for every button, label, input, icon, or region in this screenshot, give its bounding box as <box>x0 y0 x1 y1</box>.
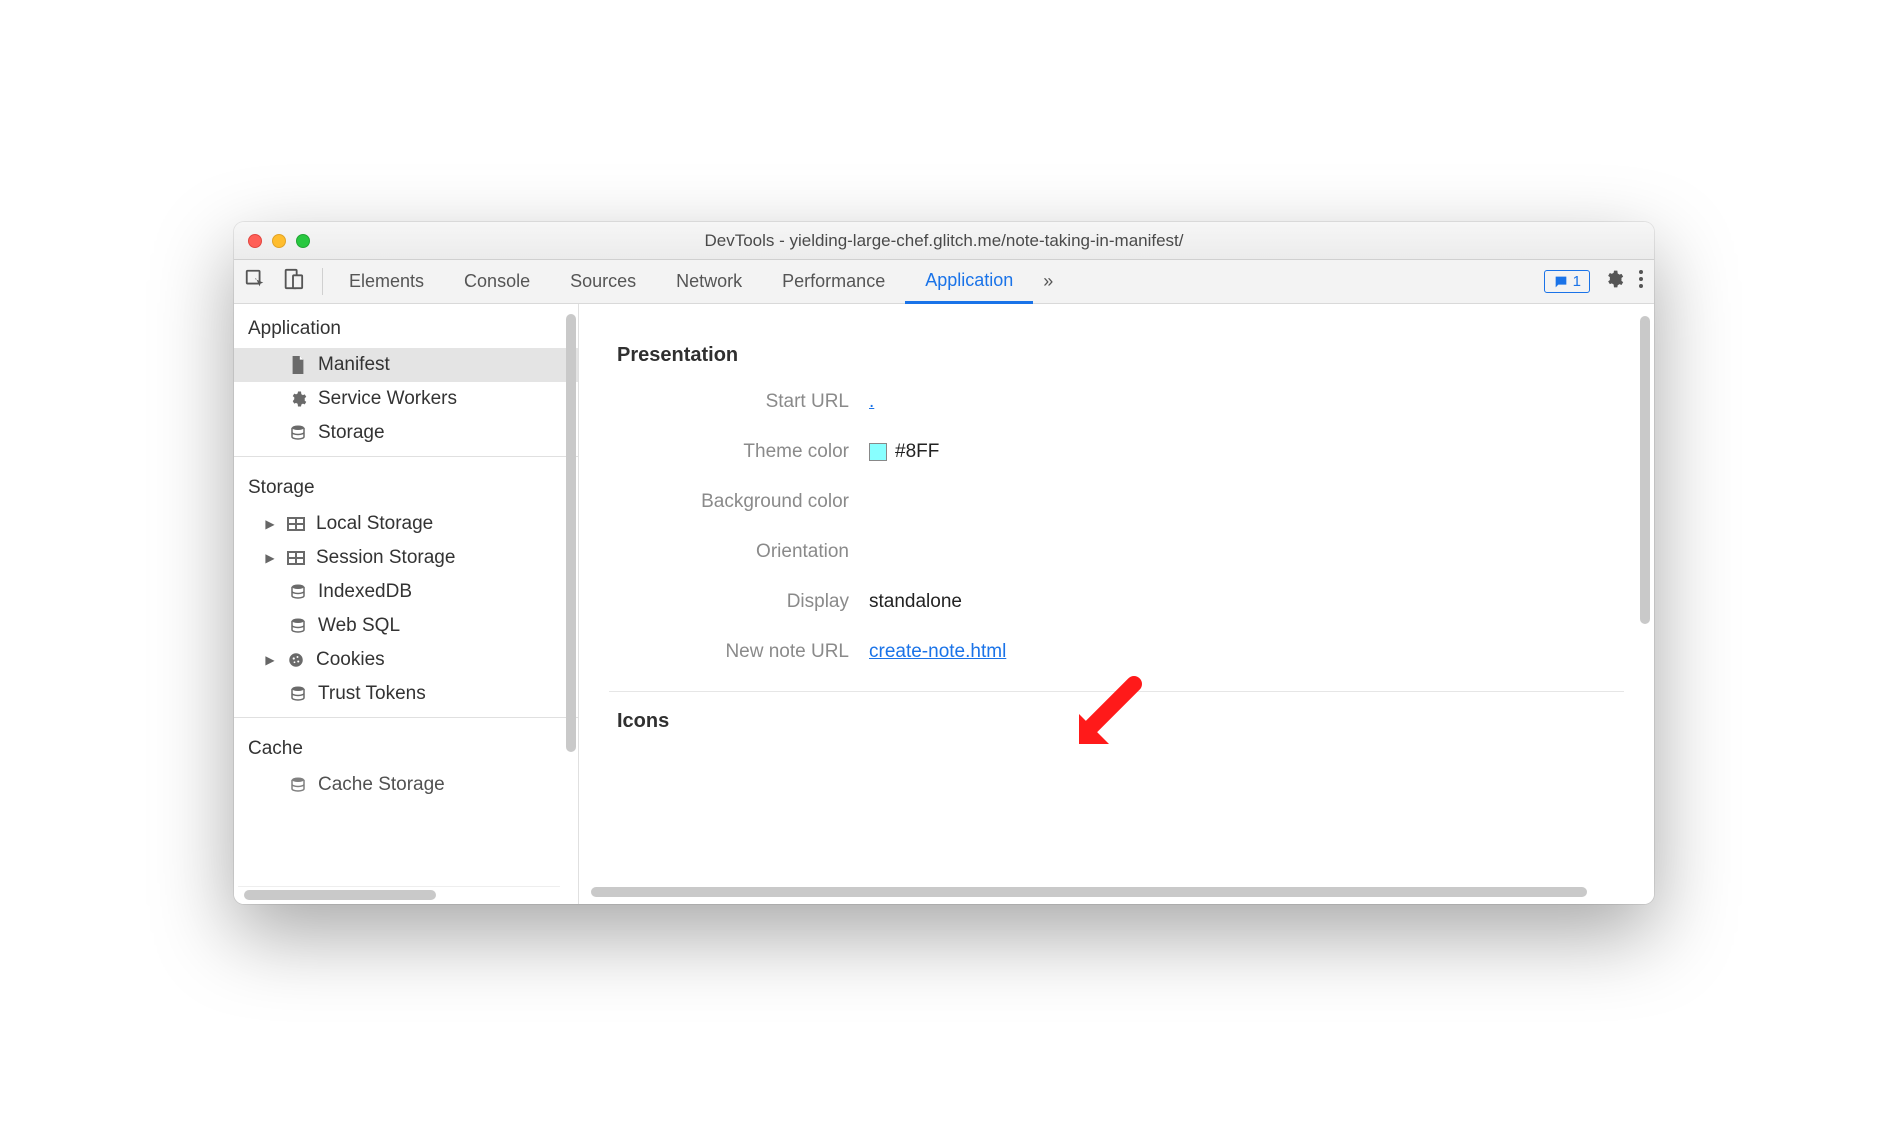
label-display: Display <box>609 591 869 613</box>
gear-icon <box>288 390 308 408</box>
group-application-title: Application <box>234 304 578 348</box>
grid-icon <box>286 517 306 531</box>
value-display: standalone <box>869 591 962 613</box>
inspect-element-icon[interactable] <box>244 268 266 295</box>
label-background-color: Background color <box>609 491 869 513</box>
devtools-window: DevTools - yielding-large-chef.glitch.me… <box>234 222 1654 904</box>
label-new-note-url: New note URL <box>609 641 869 663</box>
database-icon <box>288 617 308 635</box>
sidebar-item-label: Web SQL <box>318 615 400 637</box>
section-presentation: Presentation <box>617 344 1624 367</box>
sidebar-item-manifest[interactable]: Manifest <box>234 348 578 382</box>
database-icon <box>288 685 308 703</box>
caret-icon: ▶ <box>264 653 276 667</box>
row-theme-color: Theme color #8FF <box>609 441 1624 463</box>
device-toolbar-icon[interactable] <box>282 268 304 295</box>
sidebar-item-storage[interactable]: Storage <box>234 416 578 450</box>
tab-elements[interactable]: Elements <box>329 260 444 303</box>
main-scrollbar-h[interactable] <box>585 884 1634 900</box>
tab-performance[interactable]: Performance <box>762 260 905 303</box>
tab-sources[interactable]: Sources <box>550 260 656 303</box>
sidebar-item-indexeddb[interactable]: IndexedDB <box>234 575 578 609</box>
tab-network[interactable]: Network <box>656 260 762 303</box>
kebab-menu-icon[interactable] <box>1638 269 1644 294</box>
group-storage-title: Storage <box>234 463 578 507</box>
sidebar-item-label: Trust Tokens <box>318 683 426 705</box>
row-background-color: Background color <box>609 491 1624 513</box>
sidebar-item-service-workers[interactable]: Service Workers <box>234 382 578 416</box>
sidebar-item-label: Cache Storage <box>318 774 445 796</box>
link-start-url[interactable]: . <box>869 391 874 413</box>
sidebar-item-cookies[interactable]: ▶ Cookies <box>234 643 578 677</box>
sidebar-item-trust-tokens[interactable]: Trust Tokens <box>234 677 578 711</box>
label-theme-color: Theme color <box>609 441 869 463</box>
color-swatch <box>869 443 887 461</box>
tab-application[interactable]: Application <box>905 261 1033 304</box>
issues-count: 1 <box>1573 273 1581 290</box>
cookie-icon <box>286 651 306 669</box>
titlebar: DevTools - yielding-large-chef.glitch.me… <box>234 222 1654 260</box>
sidebar-item-websql[interactable]: Web SQL <box>234 609 578 643</box>
group-cache-title: Cache <box>234 724 578 768</box>
devtools-body: Application Manifest Service Workers Sto… <box>234 304 1654 904</box>
row-new-note-url: New note URL create-note.html <box>609 641 1624 663</box>
sidebar-item-local-storage[interactable]: ▶ Local Storage <box>234 507 578 541</box>
sidebar-scrollbar-h[interactable] <box>238 886 560 902</box>
devtools-toolbar: Elements Console Sources Network Perform… <box>234 260 1654 304</box>
more-tabs-button[interactable]: » <box>1033 271 1063 292</box>
sidebar-item-cache-storage[interactable]: Cache Storage <box>234 768 578 802</box>
toolbar-tabs: Elements Console Sources Network Perform… <box>329 260 1534 303</box>
row-orientation: Orientation <box>609 541 1624 563</box>
caret-icon: ▶ <box>264 517 276 531</box>
application-sidebar: Application Manifest Service Workers Sto… <box>234 304 579 904</box>
sidebar-scrollbar[interactable] <box>566 314 576 876</box>
issues-badge[interactable]: 1 <box>1544 270 1590 293</box>
caret-icon: ▶ <box>264 551 276 565</box>
sidebar-item-session-storage[interactable]: ▶ Session Storage <box>234 541 578 575</box>
database-icon <box>288 776 308 794</box>
sidebar-item-label: Cookies <box>316 649 385 671</box>
manifest-main-panel: Presentation Start URL . Theme color #8F… <box>579 304 1654 904</box>
main-scrollbar[interactable] <box>1640 316 1650 876</box>
settings-icon[interactable] <box>1604 269 1624 294</box>
link-new-note-url[interactable]: create-note.html <box>869 641 1006 663</box>
sidebar-item-label: Local Storage <box>316 513 433 535</box>
section-divider <box>609 691 1624 692</box>
row-display: Display standalone <box>609 591 1624 613</box>
row-start-url: Start URL . <box>609 391 1624 413</box>
sidebar-divider <box>234 717 578 718</box>
value-theme-color: #8FF <box>895 441 939 463</box>
label-start-url: Start URL <box>609 391 869 413</box>
sidebar-item-label: Session Storage <box>316 547 455 569</box>
database-icon <box>288 583 308 601</box>
sidebar-item-label: IndexedDB <box>318 581 412 603</box>
sidebar-divider <box>234 456 578 457</box>
window-title: DevTools - yielding-large-chef.glitch.me… <box>234 231 1654 251</box>
sidebar-item-label: Manifest <box>318 354 390 376</box>
sidebar-item-label: Service Workers <box>318 388 457 410</box>
tab-console[interactable]: Console <box>444 260 550 303</box>
sidebar-item-label: Storage <box>318 422 385 444</box>
file-icon <box>288 356 308 374</box>
label-orientation: Orientation <box>609 541 869 563</box>
database-icon <box>288 424 308 442</box>
section-icons: Icons <box>617 710 1624 733</box>
grid-icon <box>286 551 306 565</box>
